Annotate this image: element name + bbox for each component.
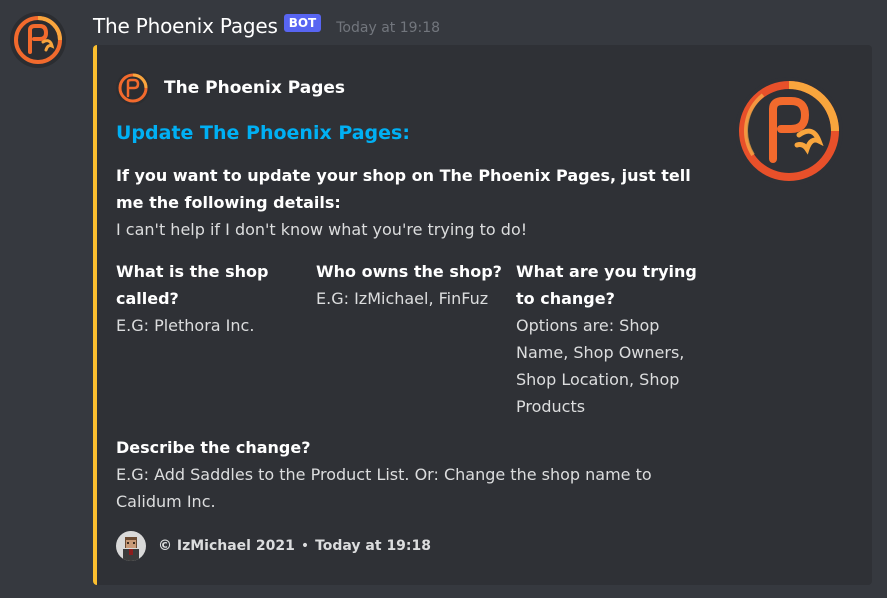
field-name: What is the shop called? [116,262,269,308]
field-value: Options are: Shop Name, Shop Owners, Sho… [516,316,685,416]
embed-thumbnail-phoenix-logo-icon[interactable] [733,75,845,187]
footer-timestamp: Today at 19:18 [315,538,432,554]
field-name: Who owns the shop? [316,262,502,281]
message-header: The Phoenix Pages BOT Today at 19:18 [93,12,440,40]
bot-avatar-phoenix-logo-icon[interactable] [10,12,66,68]
footer-text: © IzMichael 2021 [158,538,295,554]
embed-author: The Phoenix Pages [116,71,345,105]
field-value: E.G: Add Saddles to the Product List. Or… [116,465,652,511]
embed-title[interactable]: Update The Phoenix Pages: [116,122,410,144]
field-value: E.G: IzMichael, FinFuz [316,289,489,308]
embed-intro: If you want to update your shop on The P… [116,162,706,243]
field-name: Describe the change? [116,438,311,457]
author-phoenix-logo-icon [116,71,150,105]
embed-author-name: The Phoenix Pages [164,78,346,98]
bot-badge: BOT [283,14,322,32]
message-timestamp: Today at 19:18 [336,20,441,36]
chat-message: The Phoenix Pages BOT Today at 19:18 The… [0,0,887,598]
footer-user-avatar-icon [116,531,146,561]
field-value: E.G: Plethora Inc. [116,316,255,335]
embed-footer: © IzMichael 2021 • Today at 19:18 [116,531,431,561]
embed-card: The Phoenix Pages Update The Phoenix Pag… [93,45,872,585]
intro-heading: If you want to update your shop on The P… [116,166,691,212]
embed-accent-bar [93,45,97,585]
field-shop-owners: Who owns the shop? E.G: IzMichael, FinFu… [316,258,508,312]
field-shop-name: What is the shop called? E.G: Plethora I… [116,258,308,339]
field-name: What are you trying to change? [516,262,697,308]
field-change-target: What are you trying to change? Options a… [516,258,708,420]
intro-text: I can't help if I don't know what you're… [116,220,528,239]
bot-username[interactable]: The Phoenix Pages [93,14,278,38]
field-describe-change: Describe the change? E.G: Add Saddles to… [116,434,716,515]
footer-separator: • [300,538,310,554]
